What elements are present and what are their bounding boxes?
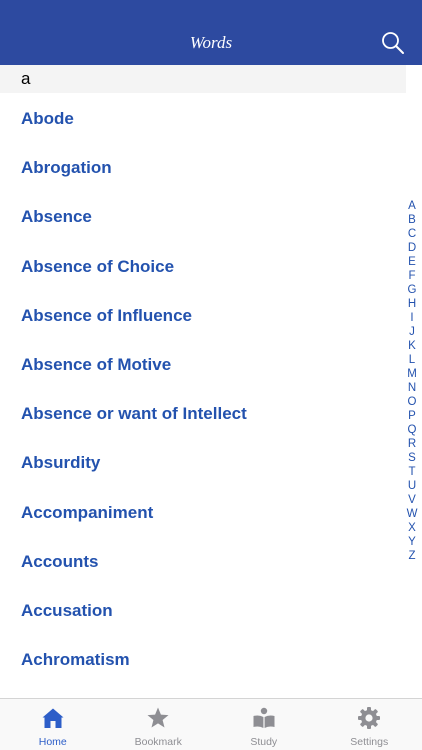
index-letter-w[interactable]: W (405, 507, 419, 521)
list-item[interactable]: Abode (0, 93, 400, 142)
index-letter-h[interactable]: H (405, 297, 419, 311)
word-label: Accompaniment (21, 502, 154, 522)
word-label: Absence of Influence (21, 305, 192, 325)
tab-bar: Home Bookmark Study Settings (0, 698, 422, 750)
index-letter-g[interactable]: G (405, 283, 419, 297)
index-letter-b[interactable]: B (405, 213, 419, 227)
word-list: Abode Abrogation Absence Absence of Choi… (0, 93, 400, 683)
word-label: Accusation (21, 600, 113, 620)
index-letter-y[interactable]: Y (405, 535, 419, 549)
index-letter-f[interactable]: F (405, 269, 419, 283)
list-item[interactable]: Achromatism (0, 634, 400, 683)
index-letter-q[interactable]: Q (405, 423, 419, 437)
list-item[interactable]: Accounts (0, 536, 400, 585)
list-item[interactable]: Abrogation (0, 142, 400, 191)
word-label: Absence or want of Intellect (21, 404, 247, 424)
gear-icon (358, 707, 381, 729)
list-item[interactable]: Accusation (0, 585, 400, 634)
tab-label: Home (38, 736, 67, 748)
index-letter-a[interactable]: A (405, 199, 419, 213)
tab-home[interactable]: Home (0, 699, 106, 750)
index-letter-t[interactable]: T (405, 465, 419, 479)
words-screen: Words a Abode Abrogation Absence Absence… (0, 0, 422, 750)
index-letter-o[interactable]: O (405, 395, 419, 409)
tab-label: Bookmark (134, 736, 182, 748)
section-header: a (0, 65, 406, 93)
index-letter-u[interactable]: U (405, 479, 419, 493)
index-letter-i[interactable]: I (405, 311, 419, 325)
list-item[interactable]: Absence (0, 191, 400, 240)
alphabet-index[interactable]: A B C D E F G H I J K L M N O P Q R S T … (405, 199, 419, 563)
index-letter-z[interactable]: Z (405, 549, 419, 563)
reader-icon (253, 707, 275, 728)
word-label: Achromatism (21, 650, 130, 670)
word-label: Absence of Choice (21, 256, 175, 276)
word-label: Absurdity (21, 453, 101, 473)
list-item[interactable]: Absence of Choice (0, 241, 400, 290)
list-item[interactable]: Absence of Motive (0, 339, 400, 388)
word-label: Abode (21, 109, 74, 128)
search-icon (382, 32, 404, 54)
list-item[interactable]: Absence or want of Intellect (0, 388, 400, 437)
index-letter-l[interactable]: L (405, 353, 419, 367)
tab-label: Study (250, 736, 278, 748)
index-letter-j[interactable]: J (405, 325, 419, 339)
list-item[interactable]: Absurdity (0, 437, 400, 486)
word-label: Accounts (21, 551, 99, 571)
search-button[interactable] (380, 30, 406, 56)
index-letter-x[interactable]: X (405, 521, 419, 535)
index-letter-p[interactable]: P (405, 409, 419, 423)
index-letter-e[interactable]: E (405, 255, 419, 269)
index-letter-v[interactable]: V (405, 493, 419, 507)
list-item[interactable]: Accompaniment (0, 487, 400, 536)
tab-bookmark[interactable]: Bookmark (106, 699, 212, 750)
word-label: Absence of Motive (21, 354, 172, 374)
star-icon (147, 707, 169, 728)
index-letter-r[interactable]: R (405, 437, 419, 451)
navigation-bar: Words (0, 0, 422, 65)
index-letter-k[interactable]: K (405, 339, 419, 353)
tab-study[interactable]: Study (211, 699, 317, 750)
index-letter-d[interactable]: D (405, 241, 419, 255)
word-label: Abrogation (21, 158, 112, 178)
index-letter-c[interactable]: C (405, 227, 419, 241)
index-letter-m[interactable]: M (405, 367, 419, 381)
word-label: Absence (21, 207, 92, 227)
tab-settings[interactable]: Settings (317, 699, 422, 750)
index-letter-n[interactable]: N (405, 381, 419, 395)
tab-label: Settings (350, 736, 389, 748)
section-header-letter: a (21, 69, 31, 88)
home-icon (42, 708, 64, 728)
page-title: Words (189, 33, 233, 52)
index-letter-s[interactable]: S (405, 451, 419, 465)
list-item[interactable]: Absence of Influence (0, 290, 400, 339)
